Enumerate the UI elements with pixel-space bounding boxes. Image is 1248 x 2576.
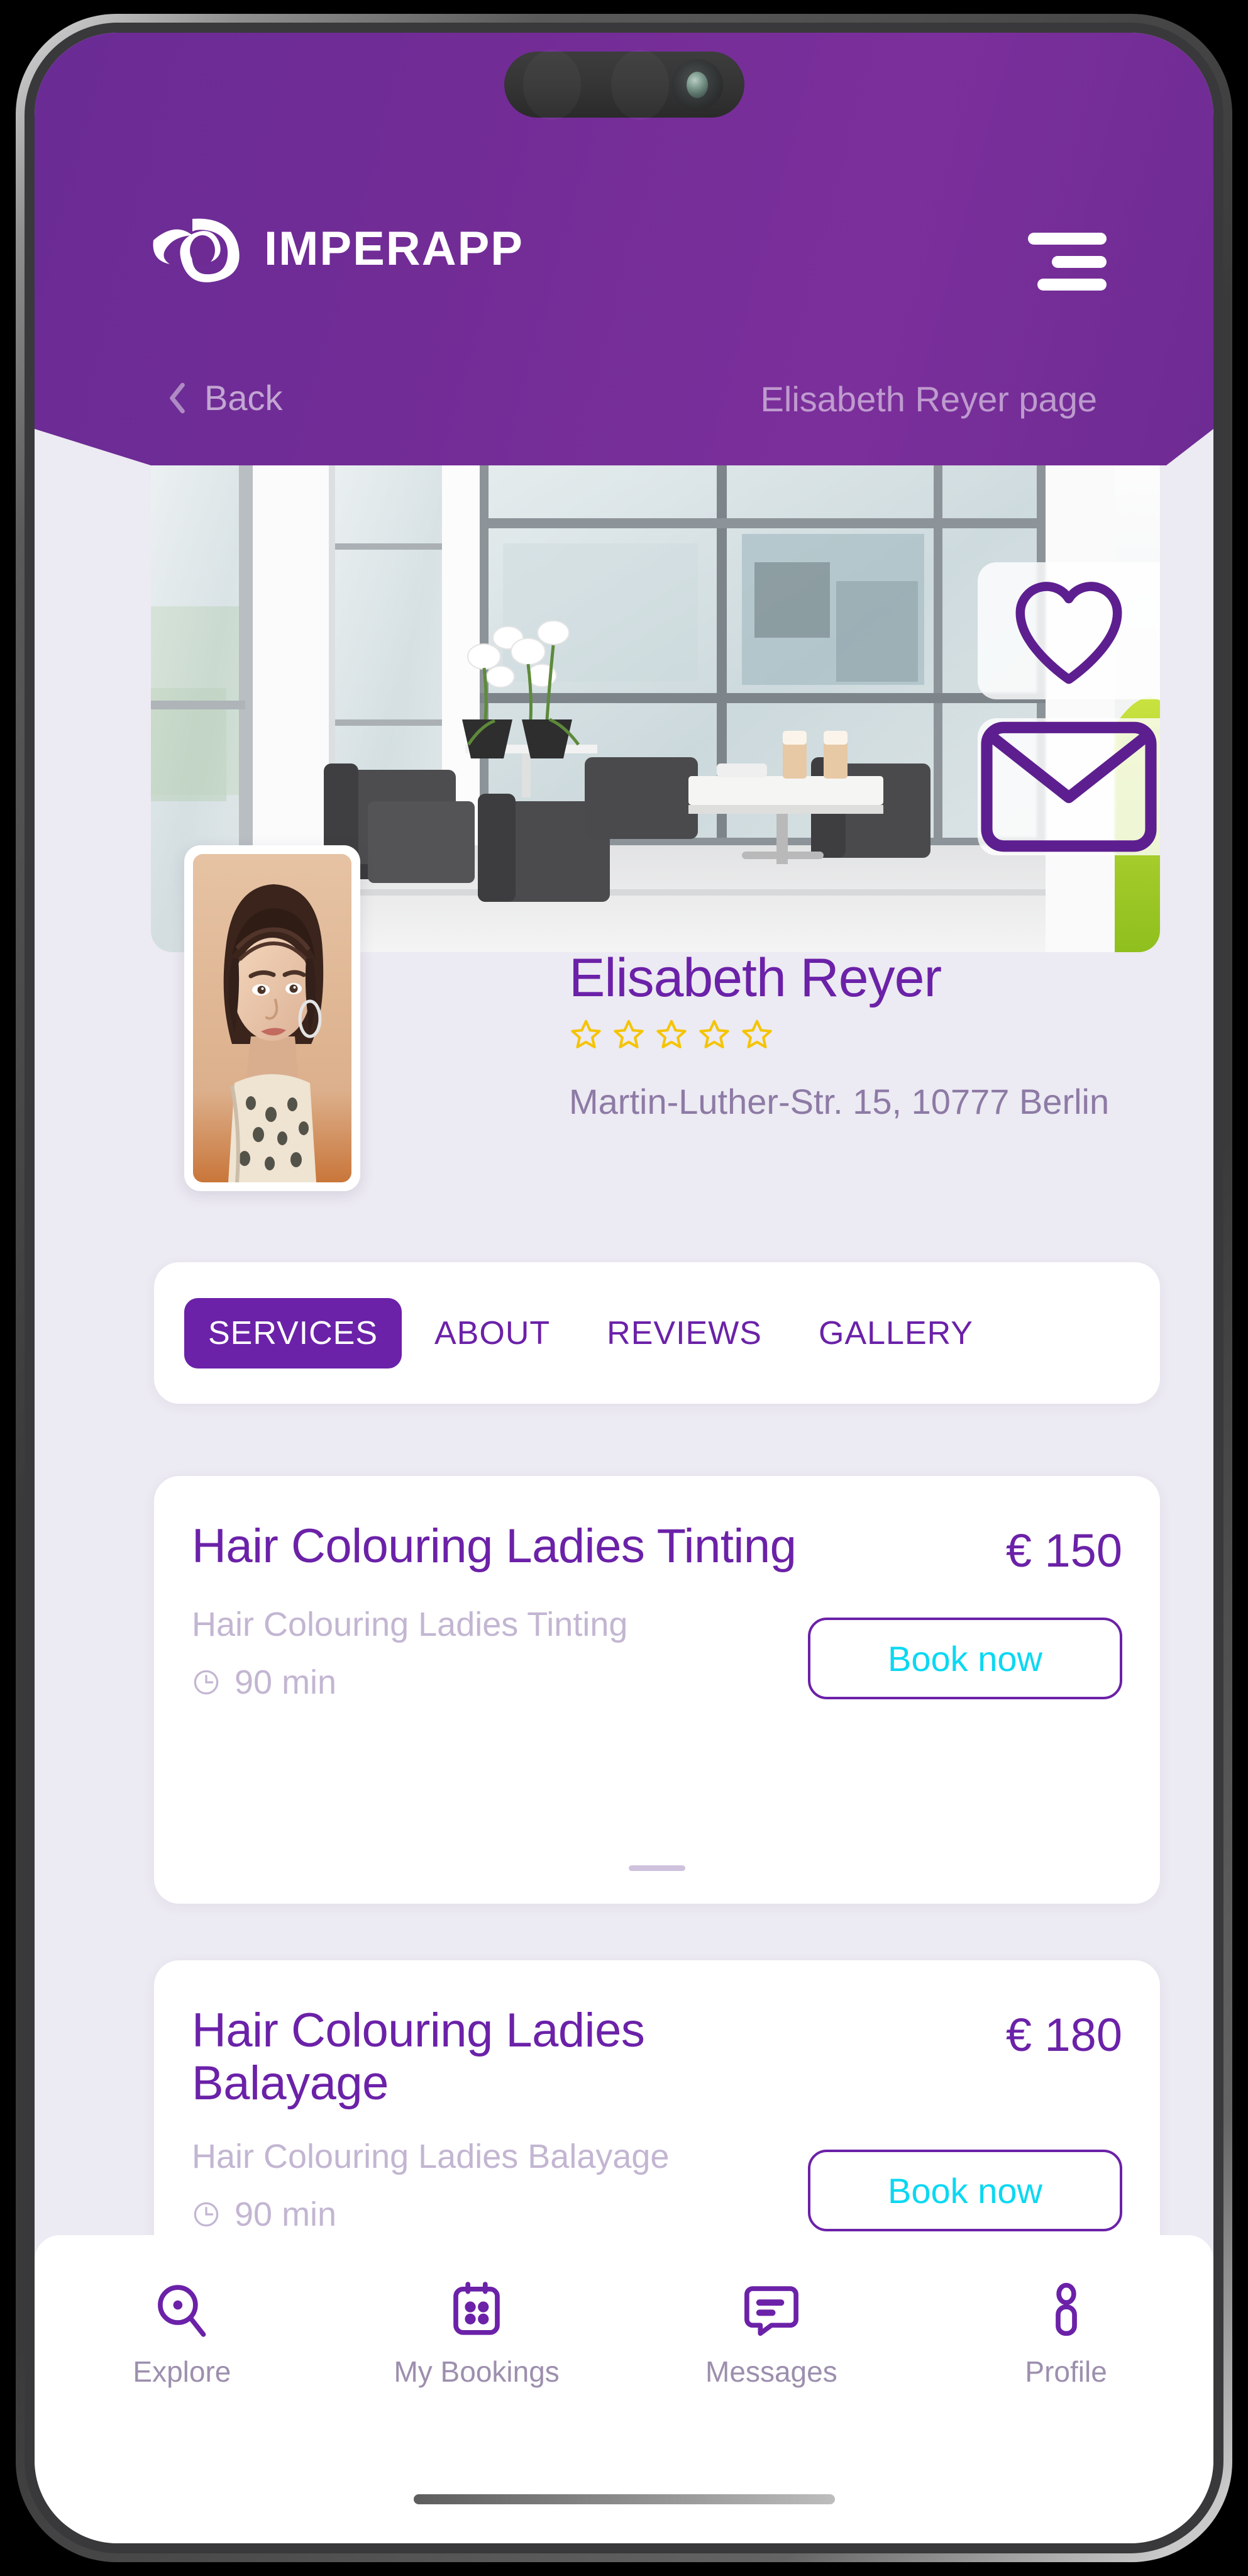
nav-label-my-bookings: My Bookings xyxy=(394,2355,560,2388)
clock-icon xyxy=(194,1670,219,1694)
favorite-button[interactable] xyxy=(978,562,1160,699)
service-description: Hair Colouring Ladies Balayage xyxy=(192,2138,670,2176)
nav-label-profile: Profile xyxy=(1025,2355,1107,2388)
service-duration: 90 min xyxy=(192,1663,789,1702)
imperapp-swirl-logo-icon xyxy=(153,218,240,282)
service-price: € 180 xyxy=(1005,2009,1122,2061)
book-now-button[interactable]: Book now xyxy=(808,1618,1122,1699)
front-camera-icon xyxy=(671,58,723,111)
star-icon xyxy=(656,1019,687,1048)
nav-item-explore[interactable]: Explore xyxy=(35,2280,329,2389)
home-indicator[interactable] xyxy=(413,2494,835,2504)
service-price: € 150 xyxy=(1005,1524,1122,1577)
calendar-icon xyxy=(453,2282,500,2335)
sub-header-bar: Back Elisabeth Reyer page xyxy=(35,366,1213,448)
phone-screen: Elisabeth Reyer Martin-Luther-Str. 15, 1… xyxy=(35,33,1213,2543)
camera-lens xyxy=(686,71,708,98)
message-lines-icon xyxy=(744,2286,798,2336)
tab-services[interactable]: SERVICES xyxy=(184,1297,402,1368)
nav-label-messages: Messages xyxy=(705,2355,837,2388)
nav-item-my-bookings[interactable]: My Bookings xyxy=(329,2280,624,2389)
nav-item-messages[interactable]: Messages xyxy=(624,2280,919,2389)
service-header: Hair Colouring Ladies Tinting € 150 xyxy=(192,1520,1122,1577)
nav-item-profile[interactable]: Profile xyxy=(919,2280,1213,2389)
star-icon xyxy=(699,1019,729,1048)
business-address: Martin-Luther-Str. 15, 10777 Berlin xyxy=(569,1081,1110,1121)
chevron-left-icon xyxy=(170,382,185,413)
heart-icon xyxy=(1015,582,1122,684)
menu-line xyxy=(1037,279,1107,291)
service-description: Hair Colouring Ladies Tinting xyxy=(192,1606,628,1643)
tab-gallery[interactable]: GALLERY xyxy=(795,1298,997,1368)
menu-line xyxy=(1051,255,1107,268)
service-duration: 90 min xyxy=(192,2195,789,2234)
service-meta: Hair Colouring Ladies Balayage 90 min xyxy=(192,2136,789,2234)
dynamic-island xyxy=(504,52,744,118)
brand[interactable]: IMPERAPP xyxy=(151,215,524,283)
hero-action-stack xyxy=(978,562,1160,855)
brand-name: IMPERAPP xyxy=(264,222,524,275)
service-body: Hair Colouring Ladies Balayage 90 min Bo… xyxy=(192,2136,1122,2234)
business-identity: Elisabeth Reyer Martin-Luther-Str. 15, 1… xyxy=(569,948,1154,1123)
message-button[interactable] xyxy=(978,718,1160,855)
search-icon xyxy=(158,2285,206,2337)
service-duration-label: 90 min xyxy=(235,2195,337,2233)
service-header: Hair Colouring Ladies Balayage € 180 xyxy=(192,2004,1122,2109)
service-body: Hair Colouring Ladies Tinting 90 min Boo… xyxy=(192,1604,1122,1702)
rating-stars[interactable] xyxy=(569,1018,1154,1052)
phone-bezel: Elisabeth Reyer Martin-Luther-Str. 15, 1… xyxy=(25,23,1223,2553)
back-button[interactable]: Back xyxy=(167,377,283,418)
clock-icon xyxy=(194,2202,219,2226)
breadcrumb: Elisabeth Reyer page xyxy=(760,379,1097,419)
card-drag-handle[interactable] xyxy=(629,1865,685,1871)
star-icon xyxy=(571,1019,601,1048)
star-icon xyxy=(742,1019,772,1048)
service-title: Hair Colouring Ladies Balayage xyxy=(192,2004,645,2110)
star-icon xyxy=(614,1019,644,1048)
page-title: Elisabeth Reyer xyxy=(569,948,942,1008)
island-sensor-blob xyxy=(523,50,581,120)
book-now-button[interactable]: Book now xyxy=(808,2150,1122,2232)
service-card[interactable]: Hair Colouring Ladies Tinting € 150 Hair… xyxy=(154,1476,1160,1904)
service-duration-label: 90 min xyxy=(235,1663,337,1701)
service-meta: Hair Colouring Ladies Tinting 90 min xyxy=(192,1604,789,1702)
tab-reviews[interactable]: REVIEWS xyxy=(583,1298,786,1368)
back-label: Back xyxy=(204,378,283,418)
avatar-photo xyxy=(193,854,351,1182)
envelope-icon xyxy=(981,721,1157,852)
island-speaker-blob xyxy=(611,50,669,120)
profile-tabs: SERVICES ABOUT REVIEWS GALLERY xyxy=(154,1262,1160,1404)
service-title: Hair Colouring Ladies Tinting xyxy=(192,1519,797,1573)
avatar xyxy=(184,845,360,1191)
tab-about[interactable]: ABOUT xyxy=(411,1298,574,1368)
nav-label-explore: Explore xyxy=(133,2355,231,2388)
person-icon xyxy=(1055,2282,1077,2336)
portrait-illustration xyxy=(193,854,351,1182)
phone-frame: Elisabeth Reyer Martin-Luther-Str. 15, 1… xyxy=(16,14,1232,2562)
menu-line xyxy=(1028,233,1107,245)
hamburger-menu-icon[interactable] xyxy=(1028,233,1107,291)
